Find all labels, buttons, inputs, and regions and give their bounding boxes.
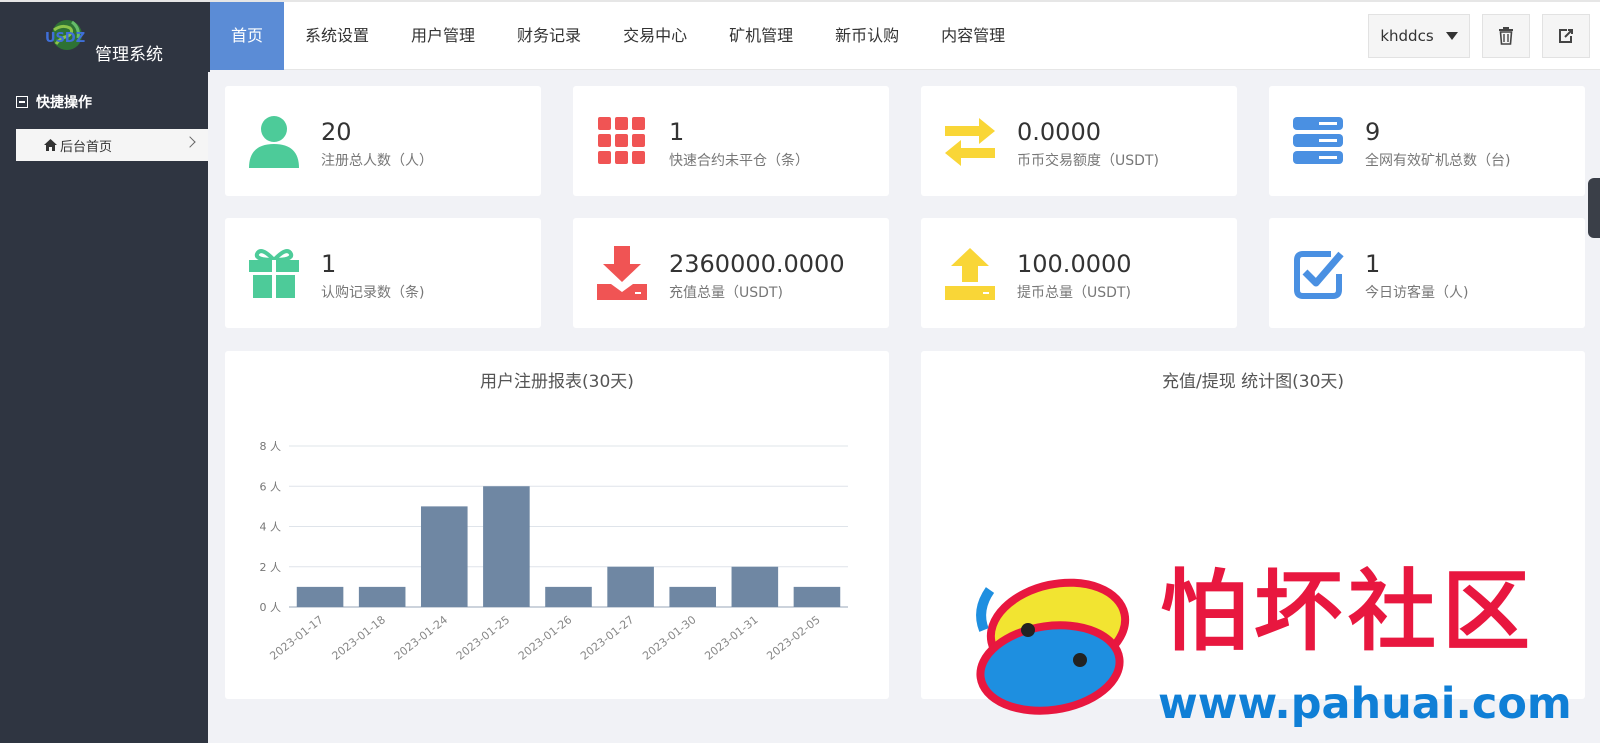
x-tick-label: 2023-01-31 [702, 613, 760, 663]
register-chart-panel: 用户注册报表(30天) 0 人2 人4 人6 人8 人 2023-01-17 202… [225, 351, 889, 699]
main-nav: 首页 系统设置 用户管理 财务记录 交易中心 矿机管理 新币认购 内容管理 [210, 2, 1026, 70]
upload-icon [945, 248, 995, 300]
chart-bar [545, 586, 592, 607]
logo-title: 管理系统 [95, 45, 163, 65]
stat-value: 100.0000 [1017, 250, 1132, 278]
stat-value: 20 [321, 118, 352, 146]
stat-card-active-miners: 9 全网有效矿机总数（台) [1269, 86, 1585, 196]
stat-label: 全网有效矿机总数（台) [1365, 153, 1511, 169]
nav-new-coin-subscription[interactable]: 新币认购 [814, 2, 920, 70]
trash-icon [1499, 27, 1513, 45]
nav-miner-management[interactable]: 矿机管理 [708, 2, 814, 70]
stat-label: 提币总量（USDT) [1017, 285, 1131, 301]
nav-finance-records[interactable]: 财务记录 [496, 2, 602, 70]
stat-card-open-contracts: 1 快速合约未平仓（条） [573, 86, 889, 196]
chart-bar [296, 586, 344, 607]
sidebar-item-label: 后台首页 [60, 139, 113, 155]
chart-bar [483, 486, 530, 607]
stat-card-today-visitors: 1 今日访客量（人) [1269, 218, 1585, 328]
gift-icon [249, 249, 299, 298]
user-icon [249, 116, 299, 168]
svg-text:USDZ: USDZ [45, 31, 85, 46]
logo[interactable]: USDZ 管理系统 [0, 2, 210, 72]
chart-bar [358, 586, 406, 607]
stat-value: 0.0000 [1017, 118, 1101, 146]
fish-logo-watermark [976, 578, 1130, 715]
stat-card-total-deposit: 2360000.0000 充值总量（USDT) [573, 218, 889, 328]
stat-value: 1 [321, 250, 337, 278]
chart-title: 充值/提现 统计图(30天) [1161, 372, 1345, 392]
chart-bar [420, 506, 468, 607]
server-icon [1293, 117, 1343, 164]
exchange-icon [945, 118, 995, 166]
x-tick-label: 2023-01-24 [392, 613, 450, 663]
nav-content-management[interactable]: 内容管理 [920, 2, 1026, 70]
y-tick-label: 6 人 [260, 480, 282, 493]
nav-trading-center[interactable]: 交易中心 [602, 2, 708, 70]
stat-value: 1 [1365, 250, 1381, 278]
y-tick-label: 4 人 [260, 521, 282, 534]
chart-bar [669, 586, 717, 607]
stat-label: 今日访客量（人) [1365, 285, 1469, 301]
chart-bar [607, 566, 654, 607]
stat-label: 注册总人数（人） [321, 153, 433, 169]
grid-icon [598, 117, 645, 164]
sidebar-item-dashboard[interactable]: 后台首页 [16, 129, 208, 161]
checkbox-icon [1294, 251, 1344, 299]
download-icon [597, 246, 647, 300]
x-tick-label: 2023-01-17 [268, 613, 326, 663]
x-tick-label: 2023-02-05 [764, 613, 822, 663]
x-tick-label: 2023-01-18 [330, 613, 388, 663]
chevron-down-icon [1445, 32, 1458, 40]
chevron-right-icon [184, 136, 196, 148]
home-icon [44, 139, 57, 151]
y-tick-label: 8 人 [260, 440, 282, 453]
x-tick-label: 2023-01-27 [578, 613, 636, 663]
globe-logo-icon: USDZ [45, 20, 85, 50]
y-tick-label: 2 人 [260, 561, 282, 574]
stat-card-subscription-records: 1 认购记录数（条) [225, 218, 541, 328]
stat-card-coin-trade-volume: 0.0000 币币交易额度（USDT) [921, 86, 1237, 196]
stat-label: 快速合约未平仓（条） [669, 153, 809, 169]
scrollbar-handle[interactable] [1588, 178, 1600, 238]
top-bar: USDZ 管理系统 首页 系统设置 用户管理 财务记录 交易中心 矿机管理 新币… [0, 0, 1600, 72]
watermark-url: www.pahuai.com [1158, 679, 1572, 729]
clear-cache-button[interactable] [1482, 14, 1530, 58]
sidebar-section-quick-actions[interactable]: 快捷操作 [16, 92, 92, 112]
stat-value: 2360000.0000 [669, 250, 845, 278]
stat-card-registered-users: 20 注册总人数（人） [225, 86, 541, 196]
x-tick-label: 2023-01-26 [516, 613, 574, 663]
logout-icon [1559, 29, 1573, 43]
x-tick-label: 2023-01-25 [454, 613, 512, 663]
stat-label: 充值总量（USDT) [669, 285, 783, 301]
watermark-text: 怕坏社区 [1160, 560, 1537, 663]
x-tick-label: 2023-01-30 [640, 613, 698, 663]
register-bar-chart: 0 人2 人4 人6 人8 人2023-01-17 2023-01-18 2023-… [260, 440, 848, 663]
y-tick-label: 0 人 [260, 601, 282, 614]
collapse-icon [16, 96, 28, 108]
logout-button[interactable] [1542, 14, 1590, 58]
stat-label: 认购记录数（条) [321, 285, 425, 301]
nav-user-management[interactable]: 用户管理 [390, 2, 496, 70]
chart-bar [793, 586, 841, 607]
stat-value: 1 [669, 118, 685, 146]
user-menu-button[interactable]: khddcs [1368, 14, 1470, 58]
chart-bar [731, 566, 779, 607]
stat-card-total-withdrawal: 100.0000 提币总量（USDT) [921, 218, 1237, 328]
username: khddcs [1380, 27, 1434, 45]
stat-value: 9 [1365, 118, 1381, 146]
nav-home[interactable]: 首页 [210, 2, 285, 70]
stat-label: 币币交易额度（USDT) [1017, 153, 1159, 169]
sidebar-section-title: 快捷操作 [36, 95, 92, 111]
nav-system-settings[interactable]: 系统设置 [284, 2, 390, 70]
sidebar: 快捷操作 后台首页 [0, 70, 208, 743]
